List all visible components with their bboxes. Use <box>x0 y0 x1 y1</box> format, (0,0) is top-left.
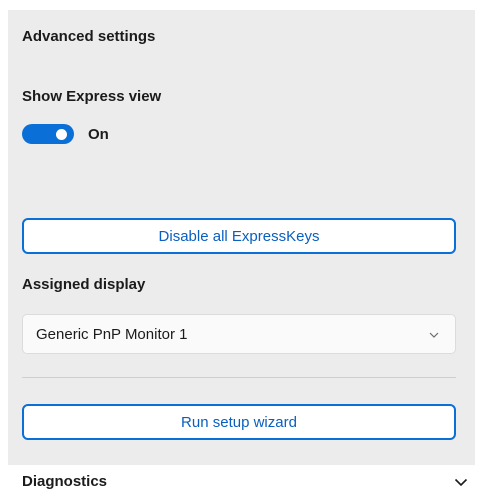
express-view-toggle[interactable] <box>22 124 74 144</box>
chevron-down-icon <box>454 474 468 492</box>
diagnostics-expander[interactable]: Diagnostics <box>0 465 478 495</box>
assigned-display-label: Assigned display <box>22 276 146 293</box>
toggle-knob <box>56 129 67 140</box>
divider <box>22 377 456 378</box>
assigned-display-select[interactable]: Generic PnP Monitor 1 <box>22 314 456 354</box>
assigned-display-value: Generic PnP Monitor 1 <box>36 325 188 343</box>
diagnostics-title: Diagnostics <box>22 473 108 490</box>
chevron-down-icon <box>429 325 439 343</box>
settings-window: Advanced settings Show Express view On D… <box>0 0 478 495</box>
express-view-toggle-row: On <box>22 124 109 144</box>
disable-expresskeys-button[interactable]: Disable all ExpressKeys <box>22 218 456 254</box>
run-setup-wizard-button[interactable]: Run setup wizard <box>22 404 456 440</box>
express-view-label: Show Express view <box>22 88 162 105</box>
toggle-state-label: On <box>88 125 109 143</box>
section-title: Advanced settings <box>22 28 156 45</box>
